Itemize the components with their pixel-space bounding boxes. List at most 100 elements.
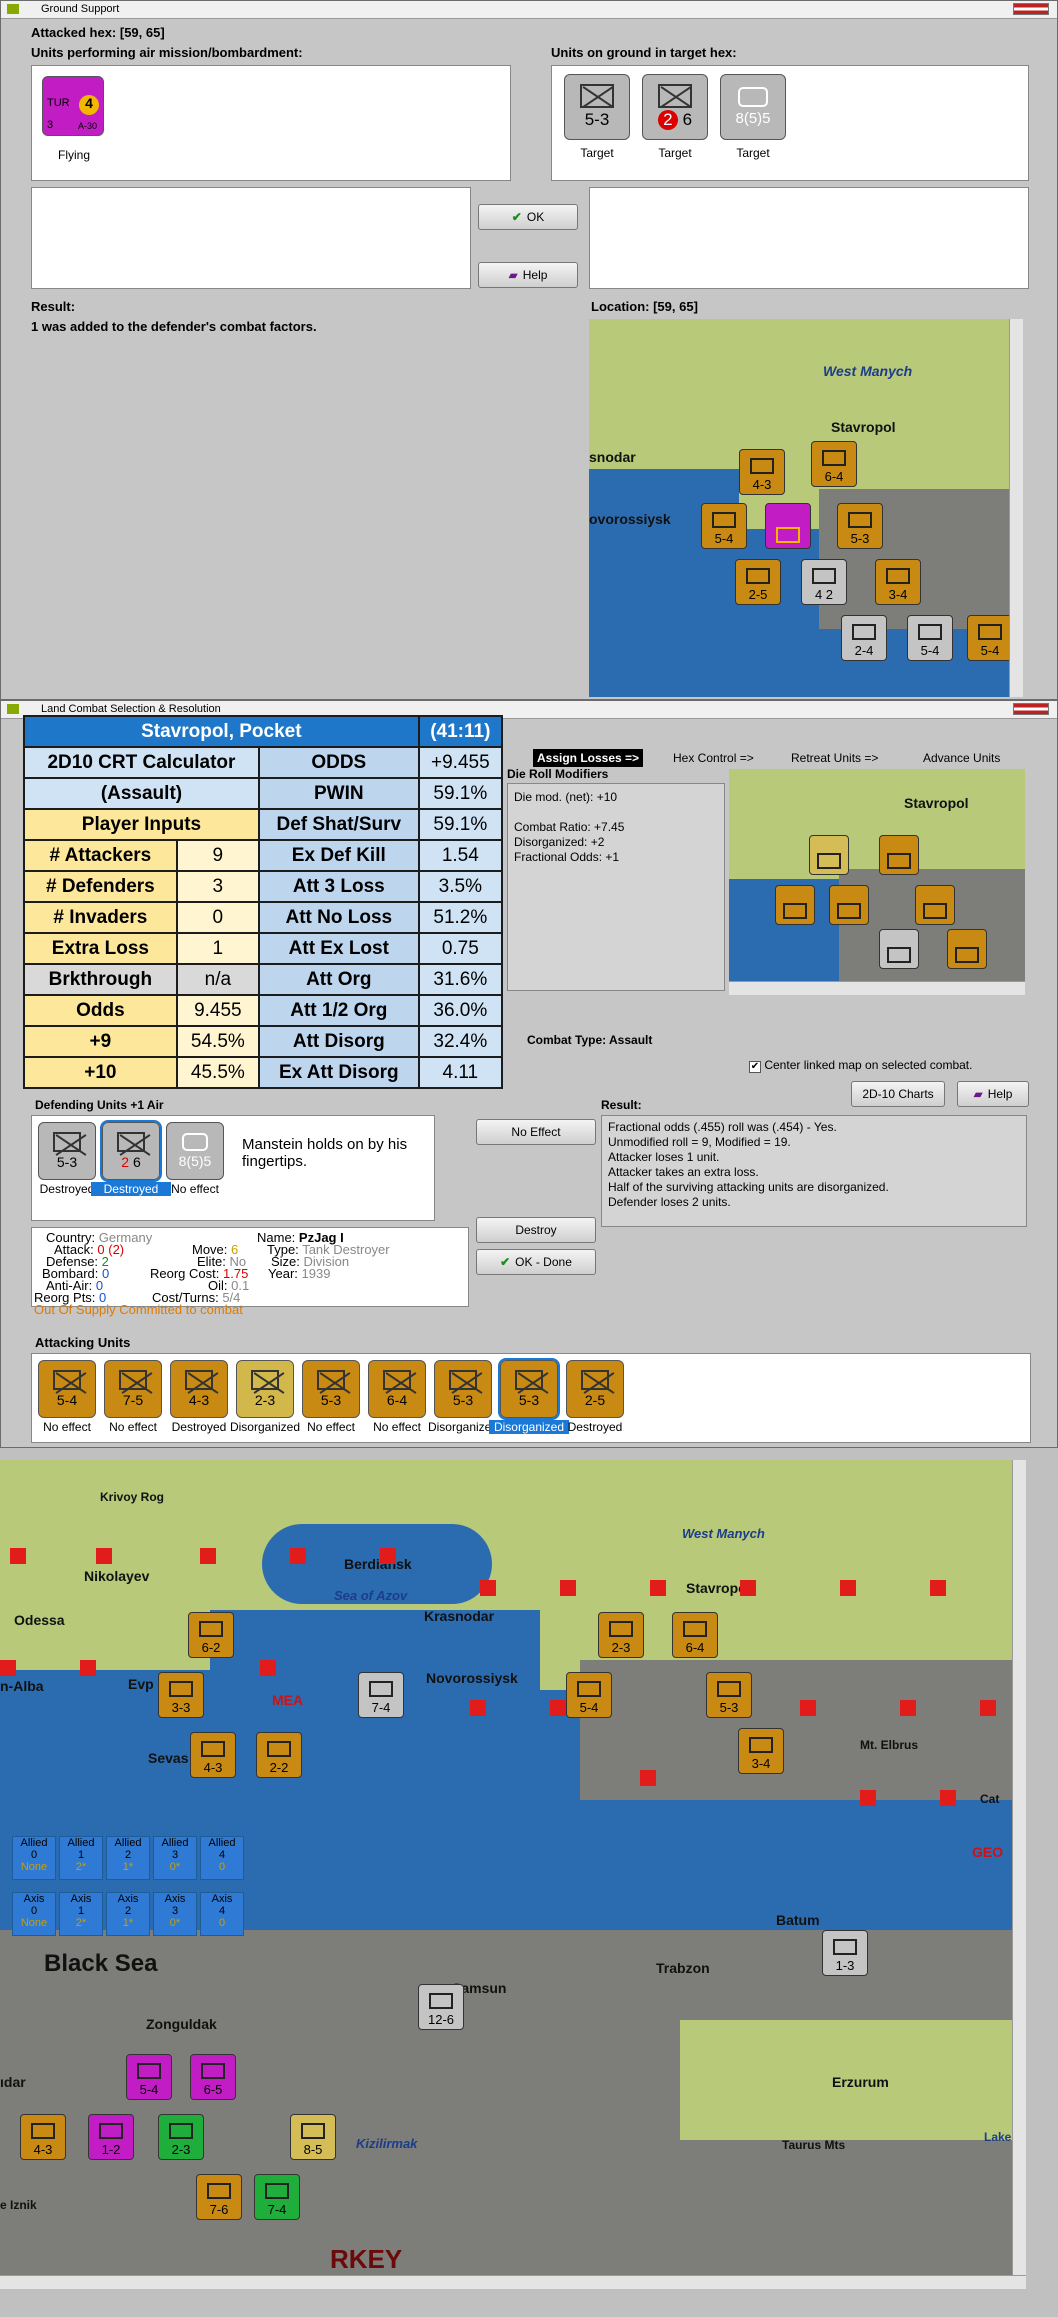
map-unit[interactable]: 2-4 <box>841 615 887 661</box>
axis-box[interactable]: Axis 1 2* <box>59 1892 103 1936</box>
map-unit[interactable]: 7-4 <box>254 2174 300 2220</box>
allied-box[interactable]: Allied 0 None <box>12 1836 56 1880</box>
attacker-counter[interactable]: 5-3 <box>498 1358 560 1420</box>
map-unit[interactable]: 4-3 <box>20 2114 66 2160</box>
map-unit[interactable]: 7-4 <box>358 1672 404 1718</box>
map-unit[interactable]: 5-4 <box>566 1672 612 1718</box>
map-unit[interactable]: 2-5 <box>735 559 781 605</box>
city-label: e Iznik <box>0 2198 37 2212</box>
tab-hex-control[interactable]: Hex Control => <box>673 751 754 765</box>
map-unit[interactable]: 3-4 <box>875 559 921 605</box>
result-line: Unmodified roll = 9, Modified = 19. <box>608 1135 791 1149</box>
map-unit[interactable]: 6-5 <box>190 2054 236 2100</box>
attacker-counter[interactable]: 6-4 <box>368 1360 426 1418</box>
city-label: Novorossiysk <box>426 1670 518 1686</box>
map-unit[interactable]: 3-3 <box>158 1672 204 1718</box>
map-unit[interactable]: 1-3 <box>822 1930 868 1976</box>
map-unit[interactable]: 4 2 <box>801 559 847 605</box>
map-unit[interactable] <box>947 929 987 969</box>
control-marker <box>480 1580 496 1596</box>
crt-value: +9.455 <box>417 746 504 779</box>
map-unit[interactable]: 2-3 <box>158 2114 204 2160</box>
map-unit[interactable]: 7-6 <box>196 2174 242 2220</box>
crt-calculator: Stavropol, Pocket (41:11) 2D10 CRT Calcu… <box>23 715 504 1089</box>
control-marker <box>930 1580 946 1596</box>
ground-unit-pzjag[interactable]: 2 6 <box>642 74 708 140</box>
map-unit[interactable] <box>775 885 815 925</box>
map-unit[interactable]: 2-3 <box>598 1612 644 1658</box>
map-unit[interactable]: 4-3 <box>739 449 785 495</box>
charts-button[interactable]: 2D-10 Charts <box>851 1081 945 1107</box>
map-unit[interactable]: 4-3 <box>190 1732 236 1778</box>
air-unit-counter[interactable]: TUR 4 3 A-30 <box>42 76 104 136</box>
map-unit[interactable]: 6-4 <box>672 1612 718 1658</box>
main-map[interactable]: Krivoy Rog Nikolayev Odessa n-Alba Evp S… <box>0 1460 1012 2275</box>
attacker-counter[interactable]: 4-3 <box>170 1360 228 1418</box>
axis-box[interactable]: Axis 0 None <box>12 1892 56 1936</box>
map-unit[interactable]: 12-6 <box>418 1984 464 2030</box>
result-label: Result: <box>601 1098 642 1112</box>
map-unit[interactable]: 6-2 <box>188 1612 234 1658</box>
sea-label: Black Sea <box>44 1950 158 1977</box>
axis-box-sub: 2* <box>75 1917 87 1929</box>
map-label-stavropol: Stavropol <box>831 419 896 435</box>
defender-counter[interactable]: 8(5)5 <box>166 1122 224 1180</box>
ground-support-titlebar[interactable]: Ground Support <box>1 1 1057 19</box>
defender-counter[interactable]: 5-3 <box>38 1122 96 1180</box>
air-mission-marker[interactable] <box>765 503 811 549</box>
city-label: MEA <box>272 1692 304 1708</box>
map-unit[interactable] <box>829 885 869 925</box>
map-unit[interactable]: 5-3 <box>706 1672 752 1718</box>
map-unit-value: 6-2 <box>201 1640 221 1655</box>
ok-button[interactable]: ✔ OK <box>478 204 578 230</box>
unit-symbol-icon <box>609 1621 633 1637</box>
axis-box[interactable]: Axis 2 1* <box>106 1892 150 1936</box>
map-unit[interactable] <box>879 929 919 969</box>
map-unit[interactable]: 3-4 <box>738 1728 784 1774</box>
main-map-h-scrollbar[interactable] <box>0 2275 1026 2289</box>
axis-box[interactable]: Axis 3 0* <box>153 1892 197 1936</box>
help-button[interactable]: ▰ Help <box>478 262 578 288</box>
map-unit[interactable]: 6-4 <box>811 441 857 487</box>
ground-unit-lxxiv[interactable]: 5-3 <box>564 74 630 140</box>
axis-box[interactable]: Axis 4 0 <box>200 1892 244 1936</box>
map-unit[interactable] <box>915 885 955 925</box>
attacker-counter[interactable]: 2-5 <box>566 1360 624 1418</box>
map-unit[interactable]: 1-2 <box>88 2114 134 2160</box>
center-linked-checkbox[interactable]: ✔ Center linked map on selected combat. <box>749 1058 972 1073</box>
map-unit[interactable] <box>809 835 849 875</box>
no-effect-button[interactable]: No Effect <box>476 1119 596 1145</box>
destroy-button[interactable]: Destroy <box>476 1217 596 1243</box>
map-unit[interactable]: 5-4 <box>967 615 1009 661</box>
unit-symbol-icon <box>449 1370 477 1390</box>
combat-mini-map[interactable]: Stavropol <box>729 769 1025 981</box>
mini-map-scrollbar[interactable] <box>729 981 1025 995</box>
tab-assign-losses[interactable]: Assign Losses => <box>533 749 644 767</box>
result-line: Defender loses 2 units. <box>608 1195 731 1209</box>
map-unit[interactable] <box>879 835 919 875</box>
help-button[interactable]: ▰ Help <box>957 1081 1029 1107</box>
attacker-counter[interactable]: 7-5 <box>104 1360 162 1418</box>
attacker-counter[interactable]: 5-3 <box>302 1360 360 1418</box>
map-unit[interactable]: 5-4 <box>126 2054 172 2100</box>
map-unit[interactable]: 8-5 <box>290 2114 336 2160</box>
allied-box[interactable]: Allied 4 0 <box>200 1836 244 1880</box>
attacker-counter[interactable]: 5-3 <box>434 1360 492 1418</box>
main-map-scrollbar[interactable] <box>1012 1460 1026 2275</box>
map-unit[interactable]: 5-4 <box>907 615 953 661</box>
inset-map-scrollbar[interactable] <box>1009 319 1023 697</box>
tab-retreat-units[interactable]: Retreat Units => <box>791 751 878 765</box>
attacker-counter[interactable]: 2-3 <box>236 1360 294 1418</box>
allied-box[interactable]: Allied 1 2* <box>59 1836 103 1880</box>
ground-unit-manstein[interactable]: 8(5)5 <box>720 74 786 140</box>
attacker-counter[interactable]: 5-4 <box>38 1360 96 1418</box>
ok-done-button[interactable]: ✔ OK - Done <box>476 1249 596 1275</box>
allied-box[interactable]: Allied 3 0* <box>153 1836 197 1880</box>
tab-advance-units[interactable]: Advance Units <box>923 751 1000 765</box>
map-unit[interactable]: 5-4 <box>701 503 747 549</box>
allied-box[interactable]: Allied 2 1* <box>106 1836 150 1880</box>
map-unit[interactable]: 2-2 <box>256 1732 302 1778</box>
inset-map[interactable]: West Manych Stavropol snodar ovorossiysk… <box>589 319 1009 697</box>
defender-counter-selected[interactable]: 2 6 <box>100 1120 162 1182</box>
map-unit[interactable]: 5-3 <box>837 503 883 549</box>
